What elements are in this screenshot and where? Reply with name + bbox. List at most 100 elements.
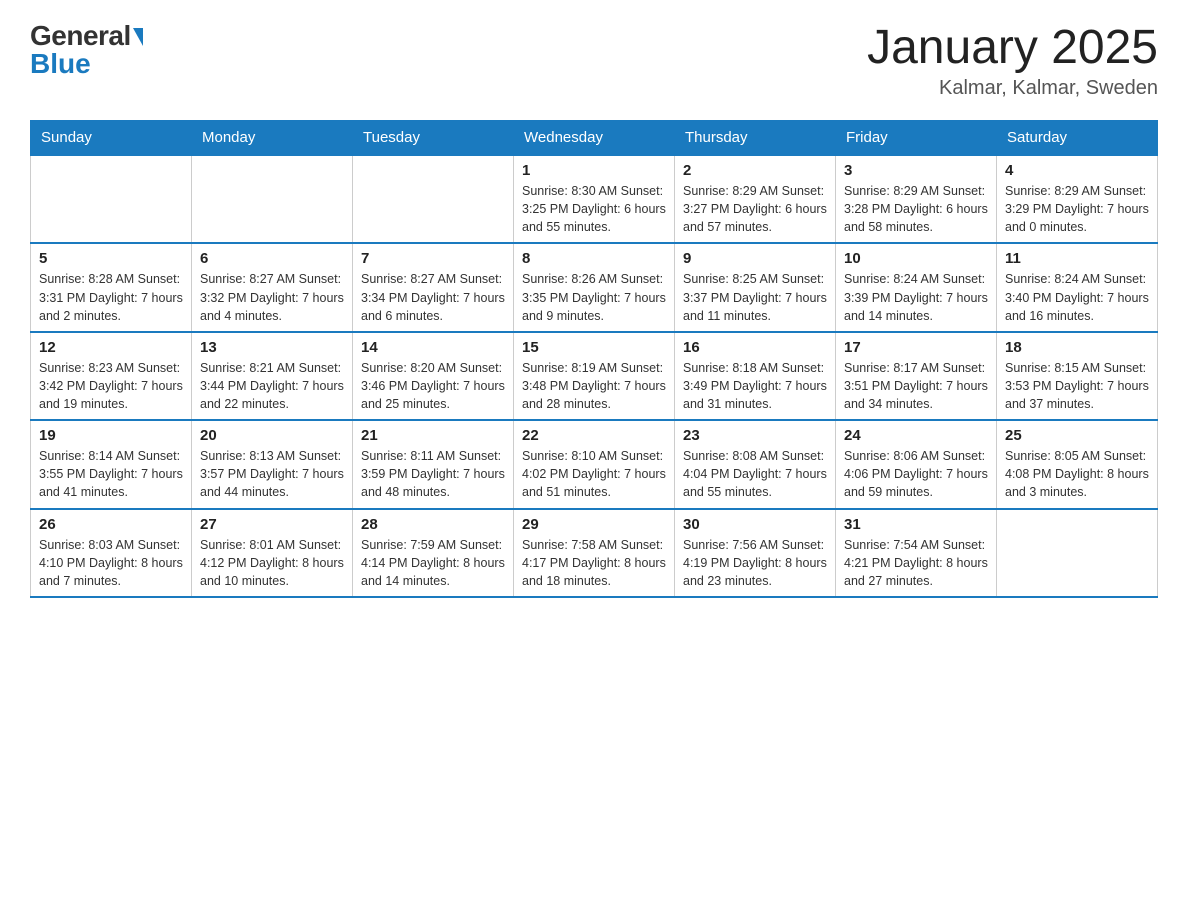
calendar-header-row: SundayMondayTuesdayWednesdayThursdayFrid… xyxy=(31,121,1158,156)
day-info: Sunrise: 8:26 AM Sunset: 3:35 PM Dayligh… xyxy=(522,270,666,324)
day-number: 5 xyxy=(39,250,183,267)
day-info: Sunrise: 8:24 AM Sunset: 3:40 PM Dayligh… xyxy=(1005,270,1149,324)
day-number: 15 xyxy=(522,339,666,356)
calendar-cell: 20 Sunrise: 8:13 AM Sunset: 3:57 PM Dayli… xyxy=(192,420,353,508)
calendar-header-wednesday: Wednesday xyxy=(514,121,675,156)
calendar-cell: 1 Sunrise: 8:30 AM Sunset: 3:25 PM Daylig… xyxy=(514,155,675,243)
calendar-cell: 21Sunrise: 8:11 AM Sunset: 3:59 PM Dayli… xyxy=(353,420,514,508)
calendar-cell: 30Sunrise: 7:56 AM Sunset: 4:19 PM Dayli… xyxy=(675,509,836,597)
calendar-cell: 4 Sunrise: 8:29 AM Sunset: 3:29 PM Daylig… xyxy=(997,155,1158,243)
day-number: 20 xyxy=(200,427,344,444)
day-info: Sunrise: 8:21 AM Sunset: 3:44 PM Dayligh… xyxy=(200,359,344,413)
day-info: Sunrise: 8:05 AM Sunset: 4:08 PM Dayligh… xyxy=(1005,447,1149,501)
day-info: Sunrise: 8:08 AM Sunset: 4:04 PM Dayligh… xyxy=(683,447,827,501)
day-number: 14 xyxy=(361,339,505,356)
calendar-week-row: 19 Sunrise: 8:14 AM Sunset: 3:55 PM Dayli… xyxy=(31,420,1158,508)
day-info: Sunrise: 8:17 AM Sunset: 3:51 PM Dayligh… xyxy=(844,359,988,413)
calendar-cell: 28Sunrise: 7:59 AM Sunset: 4:14 PM Dayli… xyxy=(353,509,514,597)
calendar-cell xyxy=(353,155,514,243)
day-info: Sunrise: 8:23 AM Sunset: 3:42 PM Dayligh… xyxy=(39,359,183,413)
day-number: 19 xyxy=(39,427,183,444)
calendar-cell: 6 Sunrise: 8:27 AM Sunset: 3:32 PM Daylig… xyxy=(192,243,353,331)
day-info: Sunrise: 8:10 AM Sunset: 4:02 PM Dayligh… xyxy=(522,447,666,501)
calendar-cell: 3Sunrise: 8:29 AM Sunset: 3:28 PM Daylig… xyxy=(836,155,997,243)
day-info: Sunrise: 8:30 AM Sunset: 3:25 PM Dayligh… xyxy=(522,182,666,236)
day-info: Sunrise: 8:29 AM Sunset: 3:27 PM Dayligh… xyxy=(683,182,827,236)
day-number: 31 xyxy=(844,516,988,533)
day-info: Sunrise: 8:15 AM Sunset: 3:53 PM Dayligh… xyxy=(1005,359,1149,413)
day-number: 16 xyxy=(683,339,827,356)
calendar-cell: 22 Sunrise: 8:10 AM Sunset: 4:02 PM Dayli… xyxy=(514,420,675,508)
day-number: 6 xyxy=(200,250,344,267)
day-number: 13 xyxy=(200,339,344,356)
day-info: Sunrise: 8:20 AM Sunset: 3:46 PM Dayligh… xyxy=(361,359,505,413)
day-info: Sunrise: 7:58 AM Sunset: 4:17 PM Dayligh… xyxy=(522,536,666,590)
calendar-cell xyxy=(31,155,192,243)
day-number: 26 xyxy=(39,516,183,533)
calendar-cell xyxy=(997,509,1158,597)
day-number: 23 xyxy=(683,427,827,444)
calendar-cell: 8 Sunrise: 8:26 AM Sunset: 3:35 PM Daylig… xyxy=(514,243,675,331)
calendar-week-row: 1 Sunrise: 8:30 AM Sunset: 3:25 PM Daylig… xyxy=(31,155,1158,243)
day-number: 8 xyxy=(522,250,666,267)
calendar-cell: 13 Sunrise: 8:21 AM Sunset: 3:44 PM Dayli… xyxy=(192,332,353,420)
calendar-week-row: 5 Sunrise: 8:28 AM Sunset: 3:31 PM Daylig… xyxy=(31,243,1158,331)
calendar-cell: 31 Sunrise: 7:54 AM Sunset: 4:21 PM Dayli… xyxy=(836,509,997,597)
calendar-cell: 16 Sunrise: 8:18 AM Sunset: 3:49 PM Dayli… xyxy=(675,332,836,420)
calendar-cell: 23 Sunrise: 8:08 AM Sunset: 4:04 PM Dayli… xyxy=(675,420,836,508)
page-header: General Blue January 2025 Kalmar, Kalmar… xyxy=(30,20,1158,100)
day-number: 24 xyxy=(844,427,988,444)
day-info: Sunrise: 8:13 AM Sunset: 3:57 PM Dayligh… xyxy=(200,447,344,501)
calendar-cell: 7 Sunrise: 8:27 AM Sunset: 3:34 PM Daylig… xyxy=(353,243,514,331)
day-number: 4 xyxy=(1005,162,1149,179)
calendar-cell: 27Sunrise: 8:01 AM Sunset: 4:12 PM Dayli… xyxy=(192,509,353,597)
day-number: 29 xyxy=(522,516,666,533)
day-number: 2 xyxy=(683,162,827,179)
calendar-cell: 24 Sunrise: 8:06 AM Sunset: 4:06 PM Dayli… xyxy=(836,420,997,508)
calendar-cell: 11 Sunrise: 8:24 AM Sunset: 3:40 PM Dayli… xyxy=(997,243,1158,331)
day-number: 18 xyxy=(1005,339,1149,356)
logo-blue-text: Blue xyxy=(30,48,91,80)
logo: General Blue xyxy=(30,20,143,80)
day-info: Sunrise: 8:27 AM Sunset: 3:32 PM Dayligh… xyxy=(200,270,344,324)
day-info: Sunrise: 8:11 AM Sunset: 3:59 PM Dayligh… xyxy=(361,447,505,501)
day-number: 1 xyxy=(522,162,666,179)
calendar-week-row: 26 Sunrise: 8:03 AM Sunset: 4:10 PM Dayli… xyxy=(31,509,1158,597)
day-info: Sunrise: 8:28 AM Sunset: 3:31 PM Dayligh… xyxy=(39,270,183,324)
calendar-header-thursday: Thursday xyxy=(675,121,836,156)
calendar-cell: 12Sunrise: 8:23 AM Sunset: 3:42 PM Dayli… xyxy=(31,332,192,420)
calendar-cell: 29 Sunrise: 7:58 AM Sunset: 4:17 PM Dayli… xyxy=(514,509,675,597)
day-info: Sunrise: 8:29 AM Sunset: 3:29 PM Dayligh… xyxy=(1005,182,1149,236)
day-number: 25 xyxy=(1005,427,1149,444)
day-info: Sunrise: 8:24 AM Sunset: 3:39 PM Dayligh… xyxy=(844,270,988,324)
day-number: 27 xyxy=(200,516,344,533)
title-section: January 2025 Kalmar, Kalmar, Sweden xyxy=(867,20,1158,100)
day-info: Sunrise: 8:25 AM Sunset: 3:37 PM Dayligh… xyxy=(683,270,827,324)
day-info: Sunrise: 8:18 AM Sunset: 3:49 PM Dayligh… xyxy=(683,359,827,413)
calendar-header-sunday: Sunday xyxy=(31,121,192,156)
day-info: Sunrise: 8:14 AM Sunset: 3:55 PM Dayligh… xyxy=(39,447,183,501)
month-title: January 2025 xyxy=(867,20,1158,75)
calendar-cell: 10 Sunrise: 8:24 AM Sunset: 3:39 PM Dayli… xyxy=(836,243,997,331)
day-number: 11 xyxy=(1005,250,1149,267)
calendar-cell: 5 Sunrise: 8:28 AM Sunset: 3:31 PM Daylig… xyxy=(31,243,192,331)
calendar-header-monday: Monday xyxy=(192,121,353,156)
day-info: Sunrise: 8:06 AM Sunset: 4:06 PM Dayligh… xyxy=(844,447,988,501)
calendar-cell: 15 Sunrise: 8:19 AM Sunset: 3:48 PM Dayli… xyxy=(514,332,675,420)
calendar-cell xyxy=(192,155,353,243)
day-number: 9 xyxy=(683,250,827,267)
day-info: Sunrise: 8:19 AM Sunset: 3:48 PM Dayligh… xyxy=(522,359,666,413)
logo-arrow-icon xyxy=(133,28,143,46)
calendar-cell: 17Sunrise: 8:17 AM Sunset: 3:51 PM Dayli… xyxy=(836,332,997,420)
calendar-table: SundayMondayTuesdayWednesdayThursdayFrid… xyxy=(30,120,1158,598)
day-info: Sunrise: 8:27 AM Sunset: 3:34 PM Dayligh… xyxy=(361,270,505,324)
calendar-header-friday: Friday xyxy=(836,121,997,156)
day-info: Sunrise: 8:03 AM Sunset: 4:10 PM Dayligh… xyxy=(39,536,183,590)
day-number: 10 xyxy=(844,250,988,267)
day-number: 7 xyxy=(361,250,505,267)
day-info: Sunrise: 7:54 AM Sunset: 4:21 PM Dayligh… xyxy=(844,536,988,590)
calendar-week-row: 12Sunrise: 8:23 AM Sunset: 3:42 PM Dayli… xyxy=(31,332,1158,420)
calendar-cell: 9 Sunrise: 8:25 AM Sunset: 3:37 PM Daylig… xyxy=(675,243,836,331)
day-number: 22 xyxy=(522,427,666,444)
day-info: Sunrise: 8:29 AM Sunset: 3:28 PM Dayligh… xyxy=(844,182,988,236)
